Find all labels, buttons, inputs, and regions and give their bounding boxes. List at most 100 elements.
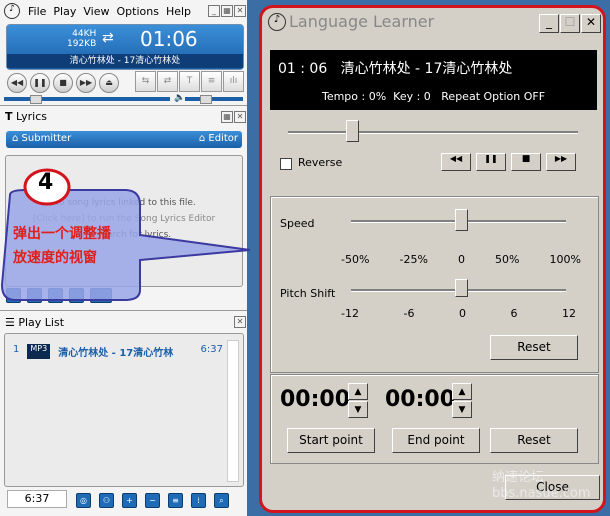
start-point-button[interactable]: Start point <box>287 428 375 453</box>
format-badge: MP3 <box>27 344 51 359</box>
track-title: 清心竹林处 - 17清心竹林处 <box>7 54 243 68</box>
time-display: 01:06 <box>140 27 198 51</box>
playlist-header: ☰ Play List <box>5 316 65 329</box>
submitter-link[interactable]: ⌂ Submitter <box>12 133 71 144</box>
item-index: 1 <box>13 344 20 355</box>
menu-view[interactable]: View <box>83 5 109 18</box>
ab-repeat-group: 00:00 ▲ ▼ 00:00 ▲ ▼ Start point End poin… <box>270 374 599 464</box>
playlist-toggle-button[interactable]: ≡ <box>201 71 222 92</box>
end-up-button[interactable]: ▲ <box>452 383 472 400</box>
menu-bar: File Play View Options Help <box>28 5 198 18</box>
playlist-mode-button[interactable]: ◎ <box>76 493 91 508</box>
pause-button[interactable]: ❚❚ <box>30 73 50 93</box>
step-number: 4 <box>38 170 54 195</box>
add-button[interactable]: + <box>122 493 137 508</box>
position-thumb[interactable] <box>345 120 359 142</box>
compact-button[interactable]: ▦ <box>221 5 233 17</box>
playlist-buttons: ◎ ⚇ + − ≡ ⁞ ⌕ <box>76 493 229 508</box>
playlist-close-button[interactable]: ✕ <box>234 316 246 328</box>
display-status: Tempo : 0% Key : 0 Repeat Option OFF <box>321 90 546 103</box>
lyrics-header: T Lyrics <box>5 110 48 123</box>
callout-text: 弹出一个调整播 放速度的视窗 <box>13 222 111 270</box>
repeat-button[interactable]: ⇄ <box>157 71 178 92</box>
speed-thumb[interactable] <box>455 209 468 231</box>
dialog-title: Language Learner <box>289 12 435 31</box>
eject-button[interactable]: ⏏ <box>99 73 119 93</box>
search-icon[interactable]: ⌕ <box>214 493 229 508</box>
start-time: 00:00 <box>280 387 351 412</box>
lyrics-toolbar: ⌂ Submitter ⌂ Editor <box>6 131 242 148</box>
menu-file[interactable]: File <box>28 5 46 18</box>
grid-button[interactable]: ⁞ <box>191 493 206 508</box>
speed-tick: 0 <box>457 253 465 266</box>
lyrics-close-button[interactable]: ✕ <box>234 111 246 123</box>
player-display: 44KH 192KB ⇄ 01:06 清心竹林处 - 17清心竹林处 <box>6 24 244 70</box>
playlist-list: 1 MP3 清心竹林处 - 17清心竹林 6:37 <box>4 333 244 487</box>
forward-button[interactable]: ▶▶ <box>546 153 576 171</box>
minimize-button[interactable]: _ <box>539 14 559 33</box>
remove-button[interactable]: − <box>145 493 160 508</box>
editor-link[interactable]: ⌂ Editor <box>199 133 238 144</box>
tempo-group: Speed -50% -25% 0 50% 100% Pitch Shift -12 -6… <box>270 196 599 373</box>
reverse-checkbox[interactable] <box>280 158 292 170</box>
pitch-tick: -6 <box>403 307 415 320</box>
sample-rate: 44KH <box>72 29 97 39</box>
rewind-button[interactable]: ◀◀ <box>7 73 27 93</box>
lyrics-toggle-button[interactable]: T <box>179 71 200 92</box>
stop-button[interactable]: ■ <box>53 73 73 93</box>
menu-help[interactable]: Help <box>166 5 191 18</box>
playlist-tree-button[interactable]: ⚇ <box>99 493 114 508</box>
lyrics-compact-button[interactable]: ▦ <box>221 111 233 123</box>
speed-tick: 100% <box>549 253 581 266</box>
playlist-title: Play List <box>18 316 65 329</box>
display-track: 01 : 06 清心竹林处 - 17清心竹林处 <box>278 61 513 77</box>
speed-tick: -50% <box>341 253 370 266</box>
shuffle-button[interactable]: ⇆ <box>135 71 156 92</box>
minimize-button[interactable]: _ <box>208 5 220 17</box>
close-icon[interactable]: ✕ <box>581 14 601 33</box>
reset-points-button[interactable]: Reset <box>490 428 578 453</box>
volume-slider[interactable] <box>185 97 243 101</box>
close-button[interactable]: ✕ <box>234 5 246 17</box>
volume-thumb[interactable] <box>200 95 212 104</box>
pitch-thumb[interactable] <box>455 279 468 297</box>
pitch-tick: 12 <box>562 307 576 320</box>
callout-line1: 弹出一个调整播 <box>13 226 111 242</box>
reverse-label: Reverse <box>298 156 343 169</box>
callout-line2: 放速度的视窗 <box>13 250 97 266</box>
start-down-button[interactable]: ▼ <box>348 401 368 418</box>
list-item[interactable]: 1 MP3 清心竹林处 - 17清心竹林 6:37 <box>13 344 223 359</box>
language-learner-dialog: ♪ Language Learner _ ☐ ✕ 01 : 06 清心竹林处 -… <box>259 5 606 513</box>
end-point-button[interactable]: End point <box>392 428 480 453</box>
pitch-tick: 0 <box>458 307 466 320</box>
end-time: 00:00 <box>385 387 456 412</box>
pitch-tick: 6 <box>510 307 518 320</box>
speed-tick: -25% <box>399 253 428 266</box>
menu-options[interactable]: Options <box>116 5 158 18</box>
pause-button[interactable]: ❚❚ <box>476 153 506 171</box>
display-panel: 01 : 06 清心竹林处 - 17清心竹林处 Tempo : 0% Key :… <box>270 50 597 110</box>
seek-thumb[interactable] <box>30 95 42 104</box>
menu-play[interactable]: Play <box>53 5 76 18</box>
stop-button[interactable]: ■ <box>511 153 541 171</box>
end-down-button[interactable]: ▼ <box>452 401 472 418</box>
editor-label: Editor <box>208 133 238 144</box>
start-up-button[interactable]: ▲ <box>348 383 368 400</box>
item-duration: 6:37 <box>200 344 223 355</box>
list-button[interactable]: ≡ <box>168 493 183 508</box>
item-title: 清心竹林处 - 17清心竹林 <box>58 348 174 359</box>
seek-bar[interactable] <box>4 97 170 101</box>
volume-icon: 🔈 <box>174 93 186 103</box>
watermark: 纳速论坛 bbs.nasue.com <box>492 470 591 501</box>
forward-button[interactable]: ▶▶ <box>76 73 96 93</box>
pitch-tick: -12 <box>341 307 359 320</box>
playlist-scrollbar[interactable] <box>227 340 239 482</box>
reset-tempo-button[interactable]: Reset <box>490 335 578 360</box>
equalizer-button[interactable]: ılı <box>223 71 244 92</box>
speed-ticks: -50% -25% 0 50% 100% <box>341 253 581 266</box>
speed-label: Speed <box>280 217 315 230</box>
position-slider[interactable] <box>288 131 578 134</box>
rewind-button[interactable]: ◀◀ <box>441 153 471 171</box>
maximize-button[interactable]: ☐ <box>560 14 580 33</box>
total-time: 6:37 <box>7 490 67 508</box>
